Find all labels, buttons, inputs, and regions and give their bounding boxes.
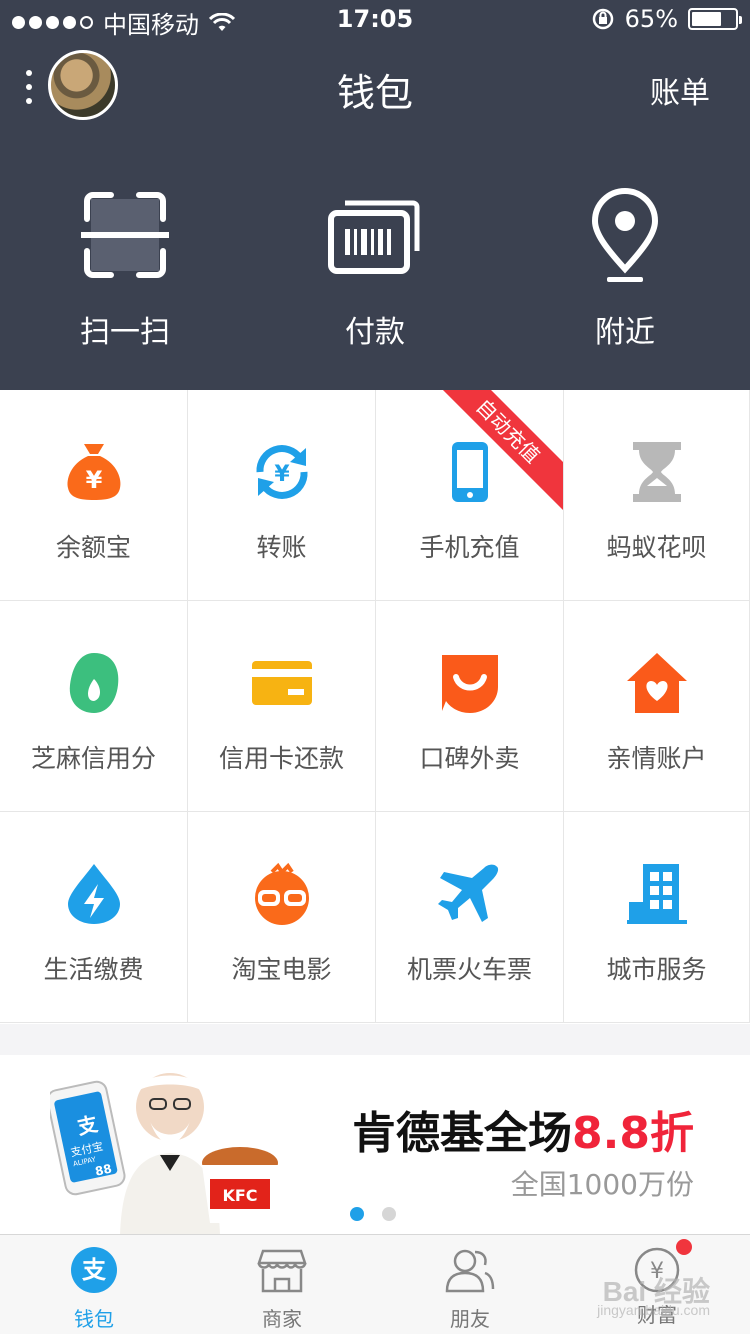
airplane-icon — [437, 864, 498, 922]
grid-label: 信用卡还款 — [218, 744, 344, 773]
hourglass-icon — [632, 442, 681, 502]
tab-label: 钱包 — [74, 1307, 114, 1331]
grid-item-credit-card[interactable]: 信用卡还款 — [188, 601, 376, 812]
banner-subtitle: 全国1000万份 — [510, 1168, 694, 1201]
grid-item-yuebao[interactable]: ¥ 余额宝 — [0, 390, 188, 601]
banner-pager[interactable] — [350, 1207, 396, 1221]
pager-dot[interactable] — [382, 1207, 396, 1221]
grid-item-sesame-credit[interactable]: 芝麻信用分 — [0, 601, 188, 812]
grid-label: 城市服务 — [606, 955, 707, 984]
store-icon — [257, 1249, 307, 1293]
phone-icon — [451, 442, 488, 502]
svg-text:¥: ¥ — [85, 466, 102, 494]
pay-button[interactable]: 付款 — [250, 185, 500, 355]
tab-friends[interactable]: 朋友 — [376, 1235, 564, 1334]
kfc-promo-image: 支 支付宝 ALIPAY 88 KFC — [50, 1073, 278, 1235]
tab-merchants[interactable]: 商家 — [188, 1235, 376, 1334]
grid-label: 蚂蚁花呗 — [606, 533, 707, 562]
grid-item-family-account[interactable]: 亲情账户 — [564, 601, 750, 812]
grid-item-taobao-movie[interactable]: 淘宝电影 — [188, 812, 376, 1023]
money-bag-icon: ¥ — [67, 444, 120, 500]
grid-label: 亲情账户 — [606, 744, 707, 773]
grid-item-flight-train[interactable]: 机票火车票 — [376, 812, 564, 1023]
kfc-bucket-logo: KFC — [222, 1186, 257, 1205]
pay-label: 付款 — [345, 315, 405, 350]
nearby-button[interactable]: 附近 — [500, 185, 750, 355]
grid-label: 转账 — [256, 533, 307, 562]
grid-label: 淘宝电影 — [231, 955, 332, 984]
scan-button[interactable]: 扫一扫 — [0, 185, 250, 355]
baidu-watermark-url: jingyan.baidu.com — [597, 1302, 710, 1318]
status-right: 65% — [591, 5, 742, 33]
status-bar: 中国移动 17:05 65% — [0, 0, 750, 40]
promo-banner[interactable]: 支 支付宝 ALIPAY 88 KFC 肯德基全场8.8折 全国1000万份 — [0, 1055, 750, 1235]
tab-label: 商家 — [262, 1307, 302, 1331]
banner-title: 肯德基全场8.8折 — [352, 1097, 694, 1161]
bill-button[interactable]: 账单 — [650, 68, 710, 112]
sesame-icon — [69, 653, 118, 713]
alipay-tab-glyph: 支 — [82, 1256, 107, 1284]
battery-icon — [688, 8, 742, 30]
wallet-header: 中国移动 17:05 65% 钱包 账单 扫一扫 付款 附近 — [0, 0, 750, 390]
svg-text:¥: ¥ — [274, 462, 290, 487]
banner-title-prefix: 肯德基全场 — [352, 1108, 573, 1159]
credit-card-icon — [251, 661, 312, 705]
friends-icon — [445, 1249, 495, 1293]
heart-house-icon — [626, 653, 687, 713]
grid-item-city-services[interactable]: 城市服务 — [564, 812, 750, 1023]
nav-bar: 钱包 账单 — [0, 40, 750, 130]
building-icon — [626, 864, 687, 924]
transfer-icon: ¥ — [255, 445, 308, 499]
barcode-pay-icon — [328, 200, 420, 274]
grid-item-huabei[interactable]: 蚂蚁花呗 — [564, 390, 750, 601]
grid-label: 手机充值 — [419, 533, 520, 562]
glasses-icon — [254, 862, 309, 925]
page-title: 钱包 — [336, 71, 413, 115]
alipay-icon: 支 — [71, 1247, 117, 1293]
grid-label: 余额宝 — [55, 533, 131, 562]
scan-icon — [81, 192, 169, 278]
tab-label: 朋友 — [450, 1307, 490, 1331]
notification-badge — [676, 1239, 692, 1255]
grid-item-utilities[interactable]: 生活缴费 — [0, 812, 188, 1023]
lightning-drop-icon — [67, 864, 120, 924]
grid-label: 口碑外卖 — [419, 744, 520, 773]
rotation-lock-icon — [592, 8, 613, 30]
banner-title-highlight: 8.8折 — [572, 1108, 694, 1159]
location-pin-icon — [591, 188, 659, 282]
service-grid: ¥ 余额宝 ¥ 转账 手机充值 自动充值 蚂蚁花呗 芝麻信用分 信用卡还款 口碑… — [0, 390, 750, 1024]
nearby-label: 附近 — [595, 315, 655, 350]
grid-item-koubei-takeout[interactable]: 口碑外卖 — [376, 601, 564, 812]
grid-item-phone-topup[interactable]: 手机充值 自动充值 — [376, 390, 564, 601]
grid-label: 机票火车票 — [406, 955, 532, 984]
tab-wallet[interactable]: 支 钱包 — [0, 1235, 188, 1334]
grid-label: 芝麻信用分 — [30, 744, 156, 773]
battery-percent: 65% — [624, 5, 678, 33]
pager-dot-active[interactable] — [350, 1207, 364, 1221]
grid-label: 生活缴费 — [43, 955, 144, 984]
smile-icon — [441, 655, 498, 713]
grid-item-transfer[interactable]: ¥ 转账 — [188, 390, 376, 601]
scan-label: 扫一扫 — [80, 315, 170, 350]
